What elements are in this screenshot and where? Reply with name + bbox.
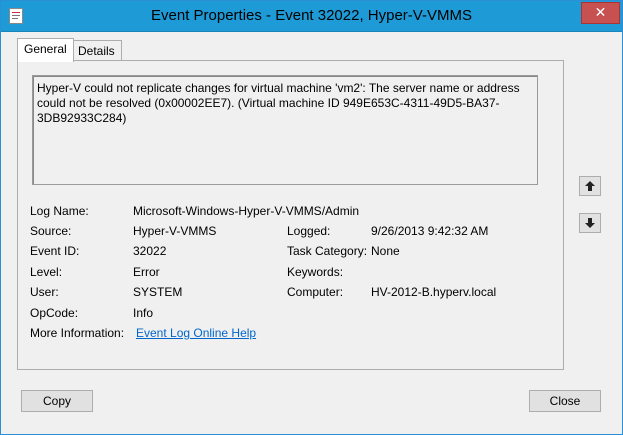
logged-value[interactable]: 9/26/2013 9:42:32 AM (371, 224, 488, 238)
level-label: Level: (30, 265, 63, 279)
close-button[interactable]: Close (529, 390, 601, 412)
task-category-label: Task Category: (287, 244, 368, 258)
task-category-value[interactable]: None (371, 244, 400, 258)
title-bar[interactable]: Event Properties - Event 32022, Hyper-V-… (1, 1, 622, 32)
level-value[interactable]: Error (133, 265, 160, 279)
log-name-value[interactable]: Microsoft-Windows-Hyper-V-VMMS/Admin (133, 204, 359, 218)
source-value[interactable]: Hyper-V-VMMS (133, 224, 216, 238)
window-title: Event Properties - Event 32022, Hyper-V-… (151, 7, 472, 24)
keywords-label: Keywords: (287, 265, 344, 279)
user-label: User: (30, 285, 59, 299)
next-event-button[interactable] (579, 213, 601, 233)
event-id-label: Event ID: (30, 244, 80, 258)
computer-label: Computer: (287, 285, 344, 299)
user-value[interactable]: SYSTEM (133, 285, 182, 299)
tab-general[interactable]: General (17, 38, 74, 62)
event-properties-window: Event Properties - Event 32022, Hyper-V-… (0, 0, 623, 435)
general-panel: Hyper-V could not replicate changes for … (17, 60, 564, 370)
close-window-button[interactable]: ✕ (581, 2, 620, 24)
event-description[interactable]: Hyper-V could not replicate changes for … (32, 75, 538, 185)
previous-event-button[interactable] (579, 176, 601, 196)
event-id-value[interactable]: 32022 (133, 244, 166, 258)
source-label: Source: (30, 224, 72, 238)
tab-details[interactable]: Details (71, 40, 122, 61)
opcode-value[interactable]: Info (133, 306, 153, 320)
opcode-label: OpCode: (30, 306, 79, 320)
copy-button[interactable]: Copy (21, 390, 93, 412)
logged-label: Logged: (287, 224, 331, 238)
computer-value[interactable]: HV-2012-B.hyperv.local (371, 285, 496, 299)
arrow-up-icon (585, 181, 595, 191)
arrow-down-icon (585, 218, 595, 228)
more-information-label: More Information: (30, 326, 125, 340)
log-name-label: Log Name: (30, 204, 89, 218)
event-log-online-help-link[interactable]: Event Log Online Help (136, 326, 256, 340)
